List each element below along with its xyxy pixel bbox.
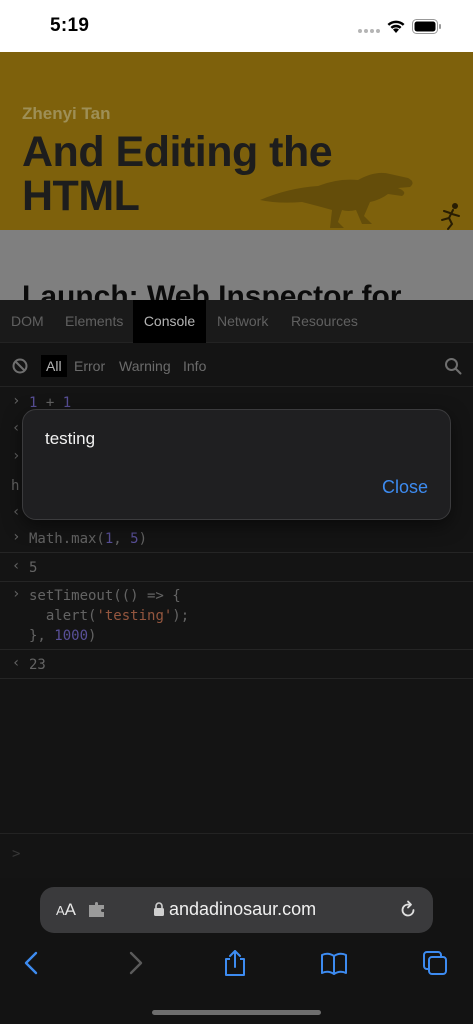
status-bar: 5:19 — [0, 0, 473, 52]
battery-icon — [412, 19, 441, 34]
home-indicator[interactable] — [152, 1010, 321, 1015]
page-settings-button[interactable]: AA — [56, 900, 76, 920]
address-bar[interactable]: AA andadinosaur.com — [40, 887, 433, 933]
alert-dialog: testing Close — [22, 409, 451, 520]
status-time: 5:19 — [50, 15, 90, 36]
url-text[interactable]: andadinosaur.com — [169, 899, 316, 920]
lock-icon — [154, 902, 164, 916]
wifi-icon — [387, 20, 405, 33]
bookmarks-icon[interactable] — [320, 949, 348, 977]
alert-message: testing — [45, 429, 96, 448]
share-icon[interactable] — [221, 949, 249, 977]
extension-icon[interactable] — [87, 902, 107, 918]
forward-icon[interactable] — [121, 949, 149, 977]
alert-close-button[interactable]: Close — [382, 477, 428, 498]
back-icon[interactable] — [18, 949, 46, 977]
cellular-signal-icon — [358, 29, 380, 33]
browser-toolbar: AA andadinosaur.com — [0, 878, 473, 1024]
reload-icon[interactable] — [398, 900, 418, 920]
tabs-icon[interactable] — [421, 949, 449, 977]
